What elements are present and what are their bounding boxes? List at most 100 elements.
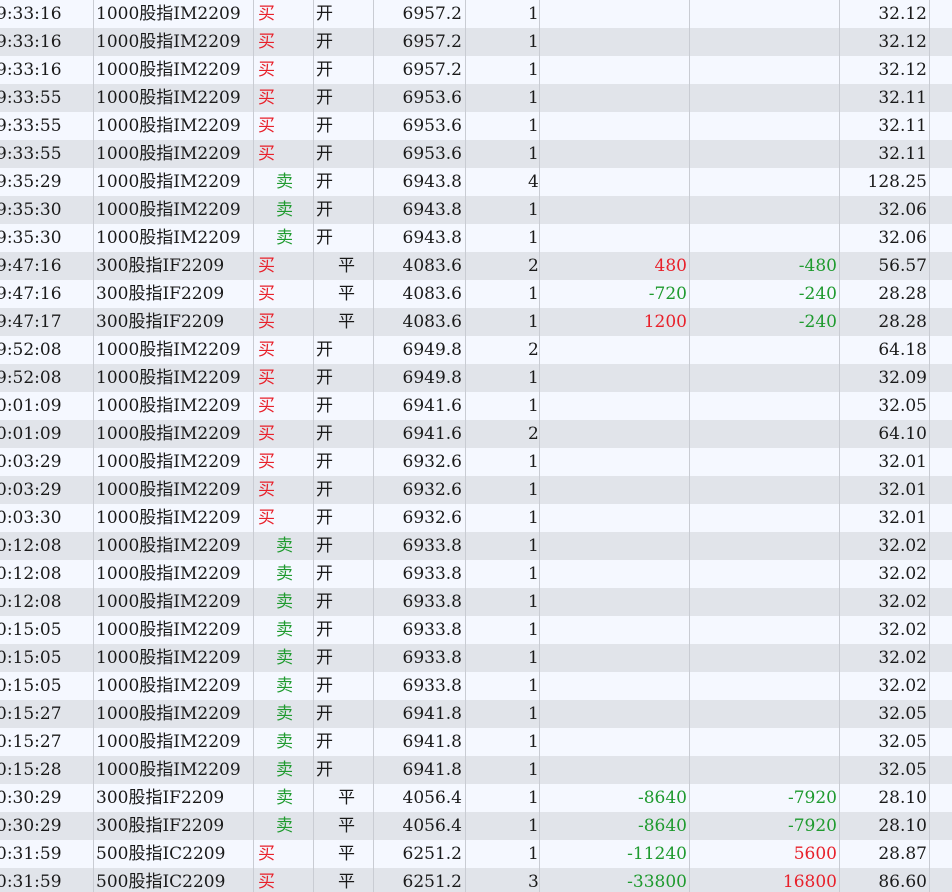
fee-cell: 56.57 <box>840 252 930 280</box>
position-profit-cell: -240 <box>690 280 840 308</box>
empty-cell <box>930 28 952 56</box>
fee-cell: 32.11 <box>840 112 930 140</box>
fee-cell: 28.87 <box>840 840 930 868</box>
open-close-cell: 开 <box>314 112 374 140</box>
direction-cell: 买 <box>254 504 314 532</box>
fee-cell: 28.28 <box>840 308 930 336</box>
position-profit-cell <box>690 84 840 112</box>
table-row[interactable]: 9:35:29 1000股指IM2209 卖开 6943.8 4 128.25 <box>0 168 952 196</box>
price-cell: 4083.6 <box>374 252 466 280</box>
table-row[interactable]: 9:33:55 1000股指IM2209 买开 6953.6 1 32.11 <box>0 112 952 140</box>
table-row[interactable]: 0:15:27 1000股指IM2209 卖开 6941.8 1 32.05 <box>0 700 952 728</box>
table-row[interactable]: 9:47:17 300股指IF2209 买平 4083.6 1 1200 -240 28.28 <box>0 308 952 336</box>
contract-name-cell: 1000股指IM2209 <box>94 700 254 728</box>
open-close-cell: 平 <box>314 812 374 840</box>
fee-cell: 28.10 <box>840 784 930 812</box>
table-row[interactable]: 0:15:27 1000股指IM2209 卖开 6941.8 1 32.05 <box>0 728 952 756</box>
contract-name-cell: 1000股指IM2209 <box>94 504 254 532</box>
direction-cell: 买 <box>254 56 314 84</box>
close-profit-cell <box>540 616 690 644</box>
open-close-cell: 开 <box>314 448 374 476</box>
table-row[interactable]: 0:15:28 1000股指IM2209 卖开 6941.8 1 32.05 <box>0 756 952 784</box>
contract-name-cell: 1000股指IM2209 <box>94 140 254 168</box>
empty-cell <box>930 504 952 532</box>
quantity-cell: 1 <box>466 644 540 672</box>
open-close-cell: 开 <box>314 700 374 728</box>
position-profit-cell: -7920 <box>690 812 840 840</box>
open-close-cell: 开 <box>314 28 374 56</box>
price-cell: 6957.2 <box>374 56 466 84</box>
table-row[interactable]: 9:35:30 1000股指IM2209 卖开 6943.8 1 32.06 <box>0 224 952 252</box>
table-row[interactable]: 0:15:05 1000股指IM2209 卖开 6933.8 1 32.02 <box>0 672 952 700</box>
table-row[interactable]: 9:35:30 1000股指IM2209 卖开 6943.8 1 32.06 <box>0 196 952 224</box>
table-row[interactable]: 9:33:16 1000股指IM2209 买开 6957.2 1 32.12 <box>0 0 952 28</box>
table-row[interactable]: 0:15:05 1000股指IM2209 卖开 6933.8 1 32.02 <box>0 616 952 644</box>
quantity-cell: 1 <box>466 812 540 840</box>
table-row[interactable]: 0:31:59 500股指IC2209 买平 6251.2 3 -33800 16800 86… <box>0 868 952 892</box>
table-row[interactable]: 9:33:16 1000股指IM2209 买开 6957.2 1 32.12 <box>0 28 952 56</box>
fee-cell: 28.28 <box>840 280 930 308</box>
price-cell: 6933.8 <box>374 532 466 560</box>
contract-name-cell: 1000股指IM2209 <box>94 588 254 616</box>
table-row[interactable]: 0:03:29 1000股指IM2209 买开 6932.6 1 32.01 <box>0 448 952 476</box>
fee-cell: 32.02 <box>840 560 930 588</box>
table-row[interactable]: 0:15:05 1000股指IM2209 卖开 6933.8 1 32.02 <box>0 644 952 672</box>
empty-cell <box>930 784 952 812</box>
close-profit-cell <box>540 336 690 364</box>
close-profit-cell <box>540 700 690 728</box>
price-cell: 6932.6 <box>374 448 466 476</box>
open-close-cell: 开 <box>314 392 374 420</box>
position-profit-cell <box>690 448 840 476</box>
open-close-cell: 开 <box>314 420 374 448</box>
table-row[interactable]: 9:47:16 300股指IF2209 买平 4083.6 1 -720 -240 28.28 <box>0 280 952 308</box>
empty-cell <box>930 532 952 560</box>
trade-time-cell: 0:01:09 <box>0 420 94 448</box>
fee-cell: 32.02 <box>840 588 930 616</box>
table-row[interactable]: 9:33:55 1000股指IM2209 买开 6953.6 1 32.11 <box>0 140 952 168</box>
table-row[interactable]: 0:12:08 1000股指IM2209 卖开 6933.8 1 32.02 <box>0 532 952 560</box>
table-row[interactable]: 0:01:09 1000股指IM2209 买开 6941.6 1 32.05 <box>0 392 952 420</box>
table-row[interactable]: 9:33:16 1000股指IM2209 买开 6957.2 1 32.12 <box>0 56 952 84</box>
trade-time-cell: 0:31:59 <box>0 840 94 868</box>
close-profit-cell <box>540 448 690 476</box>
trade-time-cell: 0:03:29 <box>0 476 94 504</box>
table-row[interactable]: 9:52:08 1000股指IM2209 买开 6949.8 2 64.18 <box>0 336 952 364</box>
table-row[interactable]: 0:03:30 1000股指IM2209 买开 6932.6 1 32.01 <box>0 504 952 532</box>
trade-time-cell: 0:01:09 <box>0 392 94 420</box>
table-row[interactable]: 9:52:08 1000股指IM2209 买开 6949.8 1 32.09 <box>0 364 952 392</box>
position-profit-cell <box>690 756 840 784</box>
empty-cell <box>930 84 952 112</box>
price-cell: 6957.2 <box>374 28 466 56</box>
table-row[interactable]: 9:33:55 1000股指IM2209 买开 6953.6 1 32.11 <box>0 84 952 112</box>
table-row[interactable]: 0:12:08 1000股指IM2209 卖开 6933.8 1 32.02 <box>0 560 952 588</box>
direction-cell: 卖 <box>254 588 314 616</box>
trade-time-cell: 9:47:17 <box>0 308 94 336</box>
table-row[interactable]: 0:03:29 1000股指IM2209 买开 6932.6 1 32.01 <box>0 476 952 504</box>
trade-time-cell: 9:35:30 <box>0 196 94 224</box>
empty-cell <box>930 168 952 196</box>
direction-cell: 卖 <box>254 616 314 644</box>
table-row[interactable]: 0:30:29 300股指IF2209 卖平 4056.4 1 -8640 -7920 28.… <box>0 812 952 840</box>
contract-name-cell: 1000股指IM2209 <box>94 560 254 588</box>
contract-name-cell: 1000股指IM2209 <box>94 392 254 420</box>
price-cell: 6932.6 <box>374 504 466 532</box>
open-close-cell: 开 <box>314 364 374 392</box>
open-close-cell: 开 <box>314 224 374 252</box>
table-row[interactable]: 0:30:29 300股指IF2209 卖平 4056.4 1 -8640 -7920 28.… <box>0 784 952 812</box>
quantity-cell: 1 <box>466 84 540 112</box>
empty-cell <box>930 812 952 840</box>
table-row[interactable]: 9:47:16 300股指IF2209 买平 4083.6 2 480 -480 56.57 <box>0 252 952 280</box>
fee-cell: 128.25 <box>840 168 930 196</box>
open-close-cell: 平 <box>314 840 374 868</box>
table-row[interactable]: 0:31:59 500股指IC2209 买平 6251.2 1 -11240 5600 28.… <box>0 840 952 868</box>
price-cell: 6941.8 <box>374 700 466 728</box>
close-profit-cell <box>540 0 690 28</box>
direction-cell: 买 <box>254 476 314 504</box>
close-profit-cell <box>540 112 690 140</box>
table-row[interactable]: 0:01:09 1000股指IM2209 买开 6941.6 2 64.10 <box>0 420 952 448</box>
table-row[interactable]: 0:12:08 1000股指IM2209 卖开 6933.8 1 32.02 <box>0 588 952 616</box>
quantity-cell: 1 <box>466 588 540 616</box>
open-close-cell: 开 <box>314 140 374 168</box>
quantity-cell: 1 <box>466 448 540 476</box>
close-profit-cell <box>540 168 690 196</box>
